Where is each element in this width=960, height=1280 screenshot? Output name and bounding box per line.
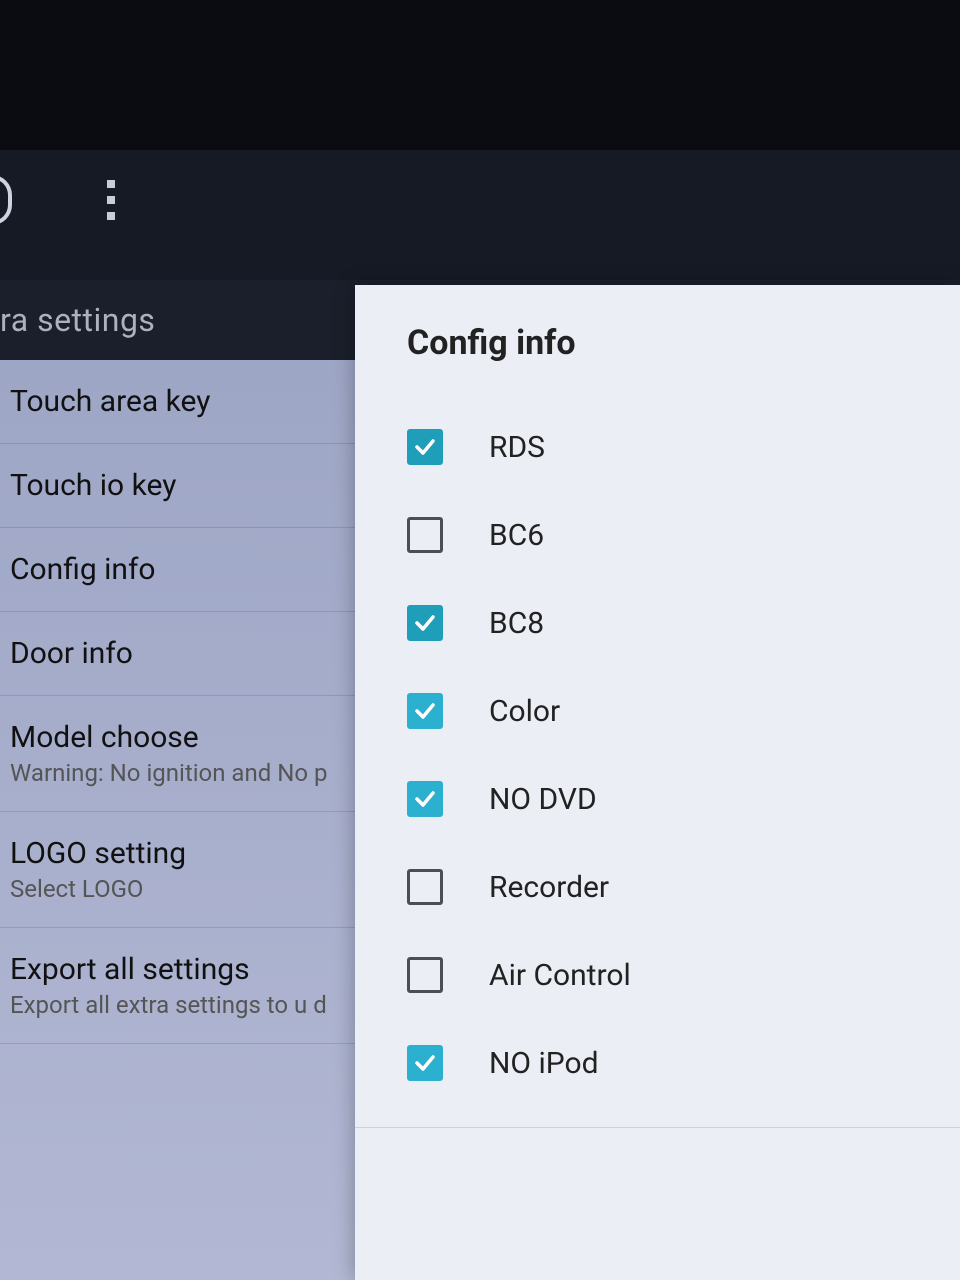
screen: ra settings Touch area key Touch io key … [0,0,960,1280]
checkbox-icon[interactable] [407,429,443,465]
option-label: RDS [489,430,545,465]
checkbox-icon[interactable] [407,517,443,553]
option-label: BC8 [489,606,544,641]
option-label: Air Control [489,958,631,993]
option-no-dvd[interactable]: NO DVD [407,755,920,843]
checkbox-icon[interactable] [407,781,443,817]
overflow-menu-icon[interactable] [107,180,115,220]
checkbox-icon[interactable] [407,1045,443,1081]
dialog-title: Config info [407,323,920,363]
option-color[interactable]: Color [407,667,920,755]
checkbox-icon[interactable] [407,869,443,905]
option-rds[interactable]: RDS [407,403,920,491]
option-label: Color [489,694,560,729]
option-label: Recorder [489,870,609,905]
app-bar [0,150,960,280]
checkbox-icon[interactable] [407,605,443,641]
dialog-divider [355,1127,960,1128]
back-icon[interactable] [0,175,12,225]
page-title: ra settings [0,301,155,339]
option-recorder[interactable]: Recorder [407,843,920,931]
option-label: NO DVD [489,782,597,817]
option-no-ipod[interactable]: NO iPod [407,1019,920,1107]
checkbox-icon[interactable] [407,957,443,993]
config-info-dialog: Config info RDS BC6 BC8 Color [355,285,960,1280]
option-air-control[interactable]: Air Control [407,931,920,1019]
option-bc6[interactable]: BC6 [407,491,920,579]
option-label: BC6 [489,518,544,553]
option-bc8[interactable]: BC8 [407,579,920,667]
checkbox-icon[interactable] [407,693,443,729]
option-label: NO iPod [489,1046,599,1081]
status-bar-blank [0,0,960,150]
